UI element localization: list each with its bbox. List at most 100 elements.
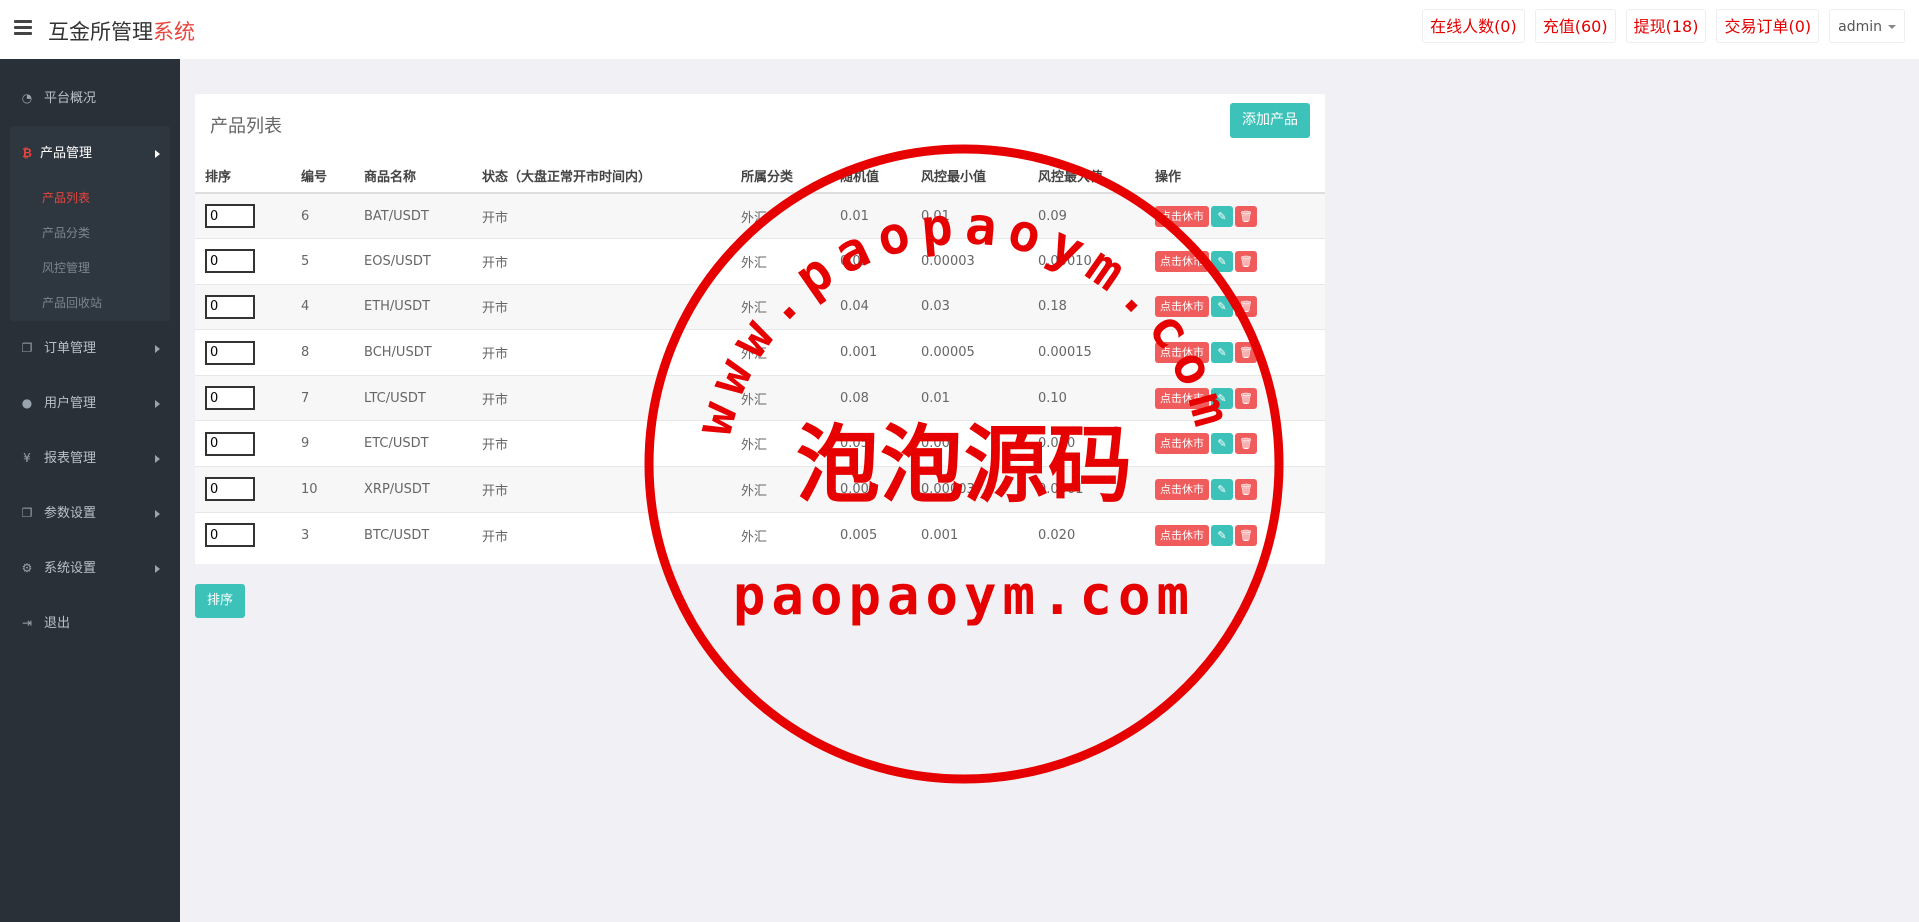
actions-cell: 点击休市 ✎ 🗑 [1145,420,1325,467]
pencil-icon[interactable]: ✎ [1211,205,1233,227]
sidebar-item-system[interactable]: ⚙ 系统设置 [0,541,180,596]
name-cell: BAT/USDT [354,192,472,239]
sort-cell [195,466,291,513]
close-market-button[interactable]: 点击休市 [1155,205,1209,227]
pencil-icon[interactable]: ✎ [1211,478,1233,500]
close-market-button[interactable]: 点击休市 [1155,296,1209,318]
sidebar-subitem-product-list[interactable]: 产品列表 [10,181,170,216]
user-menu[interactable]: admin [1829,9,1905,43]
id-cell: 10 [291,466,354,513]
online-users-button[interactable]: 在线人数(0) [1422,9,1525,43]
pencil-icon[interactable]: ✎ [1211,387,1233,409]
table-row: 8 BCH/USDT 开市 外汇 0.001 0.00005 0.00015 点… [195,329,1325,376]
sort-cell [195,374,291,421]
top-nav: 在线人数(0) 充值(60) 提现(18) 交易订单(0) admin [1422,9,1905,43]
trash-icon[interactable]: 🗑 [1235,478,1257,500]
close-market-button[interactable]: 点击休市 [1155,478,1209,500]
pencil-icon[interactable]: ✎ [1211,296,1233,318]
sort-cell [195,283,291,330]
sort-submit-button[interactable]: 排序 [195,584,246,618]
pencil-icon[interactable]: ✎ [1211,342,1233,364]
brand-main: 互金所管理 [48,20,153,44]
name-cell: ETC/USDT [354,420,472,467]
risk-max-cell: 0.0001 [1028,466,1145,513]
risk-max-cell: 0.00015 [1028,329,1145,376]
sort-cell [195,192,291,239]
trash-icon[interactable]: 🗑 [1235,205,1257,227]
sort-input[interactable] [205,294,255,319]
trash-icon[interactable]: 🗑 [1235,387,1257,409]
sidebar-item-label: 用户管理 [44,396,97,411]
sort-cell [195,238,291,285]
close-market-button[interactable]: 点击休市 [1155,524,1209,546]
sidebar-item-reports[interactable]: ¥ 报表管理 [0,431,180,486]
add-product-button[interactable]: 添加产品 [1230,103,1310,138]
trash-icon[interactable]: 🗑 [1235,250,1257,272]
close-market-button[interactable]: 点击休市 [1155,342,1209,364]
category-cell: 外汇 [731,238,830,285]
trash-icon[interactable]: 🗑 [1235,524,1257,546]
sort-input[interactable] [205,340,255,365]
trash-icon[interactable]: 🗑 [1235,296,1257,318]
status-cell: 开市 [472,374,731,421]
yen-icon: ¥ [23,450,31,465]
chevron-right-icon [155,565,160,573]
copy-icon: ❐ [21,505,33,520]
trade-orders-button[interactable]: 交易订单(0) [1716,9,1820,43]
page-title: 产品列表 [210,116,282,137]
random-cell: 0.005 [830,511,911,558]
sort-input[interactable] [205,204,255,229]
sidebar-item-label: 订单管理 [44,341,97,356]
risk-max-cell: 0.020 [1028,511,1145,558]
risk-min-cell: 0.03 [911,283,1028,330]
category-cell: 外汇 [731,466,830,513]
category-cell: 外汇 [731,283,830,330]
name-cell: BCH/USDT [354,329,472,376]
pencil-icon[interactable]: ✎ [1211,524,1233,546]
sidebar-subitem-product-category[interactable]: 产品分类 [10,216,170,251]
name-cell: XRP/USDT [354,466,472,513]
name-cell: EOS/USDT [354,238,472,285]
close-market-button[interactable]: 点击休市 [1155,250,1209,272]
actions-cell: 点击休市 ✎ 🗑 [1145,238,1325,285]
sidebar-item-orders[interactable]: ❐ 订单管理 [0,321,180,376]
chevron-right-icon [155,455,160,463]
user-icon: ● [21,395,33,410]
sidebar-item-params[interactable]: ❐ 参数设置 [0,486,180,541]
sidebar-item-logout[interactable]: ⇥ 退出 [0,596,180,651]
id-cell: 3 [291,511,354,558]
pencil-icon[interactable]: ✎ [1211,433,1233,455]
table-row: 10 XRP/USDT 开市 外汇 0.005 0.00003 0.0001 点… [195,466,1325,513]
hamburger-menu-icon[interactable] [14,20,32,36]
status-cell: 开市 [472,238,731,285]
column-header-actions: 操作 [1145,159,1325,194]
table-header-row: 排序 编号 商品名称 状态（大盘正常开市时间内） 所属分类 随机值 风控最小值 … [195,159,1325,194]
close-market-button[interactable]: 点击休市 [1155,387,1209,409]
sidebar-item-users[interactable]: ● 用户管理 [0,376,180,431]
name-cell: BTC/USDT [354,511,472,558]
sidebar-subitem-risk-control[interactable]: 风控管理 [10,251,170,286]
column-header-id: 编号 [291,159,354,194]
sidebar-subitem-recycle-bin[interactable]: 产品回收站 [10,286,170,321]
close-market-button[interactable]: 点击休市 [1155,433,1209,455]
chevron-right-icon [155,400,160,408]
pencil-icon[interactable]: ✎ [1211,250,1233,272]
sort-input[interactable] [205,477,255,502]
table-row: 4 ETH/USDT 开市 外汇 0.04 0.03 0.18 点击休市✎🗑 [195,283,1325,330]
recharge-button[interactable]: 充值(60) [1534,9,1616,43]
sort-input[interactable] [205,523,255,548]
trash-icon[interactable]: 🗑 [1235,342,1257,364]
sort-input[interactable] [205,431,255,456]
risk-min-cell: 0.003 [911,420,1028,467]
top-header: 互金所管理系统 在线人数(0) 充值(60) 提现(18) 交易订单(0) ad… [0,0,1919,59]
sidebar-item-overview[interactable]: ◔ 平台概况 [0,71,180,126]
sort-input[interactable] [205,386,255,411]
trash-icon[interactable]: 🗑 [1235,433,1257,455]
column-header-risk-max: 风控最大值 [1028,159,1145,194]
sort-input[interactable] [205,249,255,274]
actions-cell: 点击休市 ✎ 🗑 [1145,466,1325,513]
dashboard-icon: ◔ [21,90,33,105]
withdraw-button[interactable]: 提现(18) [1625,9,1707,43]
category-cell: 外汇 [731,374,830,421]
sidebar-item-products[interactable]: ₿ 产品管理 [10,126,170,181]
